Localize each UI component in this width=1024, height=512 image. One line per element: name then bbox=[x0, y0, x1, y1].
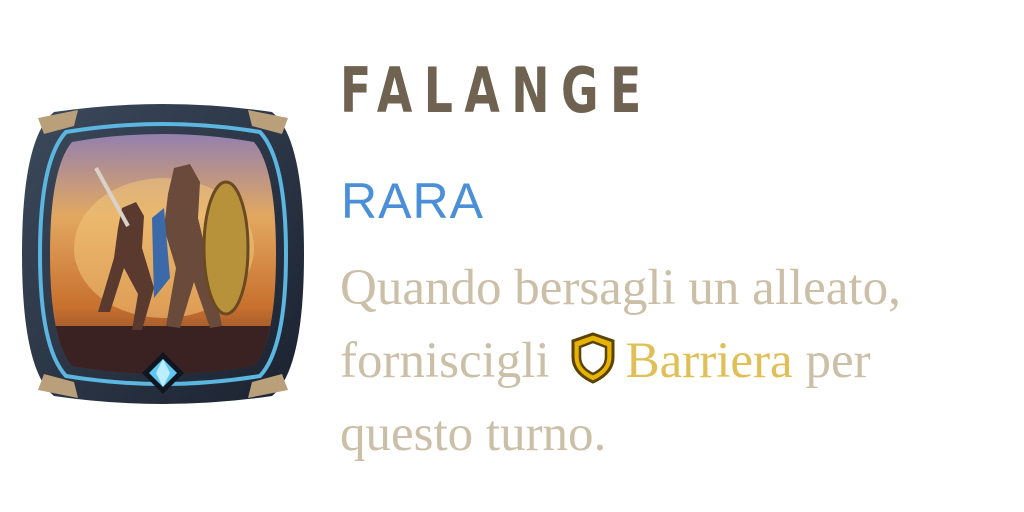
description-line-2-start: forniscigli bbox=[340, 333, 550, 389]
rarity-label: RARA bbox=[341, 173, 484, 229]
keyword-barrier: Barriera bbox=[625, 333, 793, 389]
description-line-1: Quando bersagli un alleato, bbox=[340, 260, 901, 316]
card-artwork bbox=[22, 104, 304, 404]
card-description: Quando bersagli un alleato, forniscigli B… bbox=[340, 252, 1020, 471]
card-art-frame bbox=[14, 98, 312, 410]
description-line-2-end: per bbox=[792, 333, 871, 389]
card-title: FALANGE bbox=[340, 54, 653, 127]
description-line-3: questo turno. bbox=[340, 406, 607, 462]
shield-icon bbox=[566, 331, 620, 385]
